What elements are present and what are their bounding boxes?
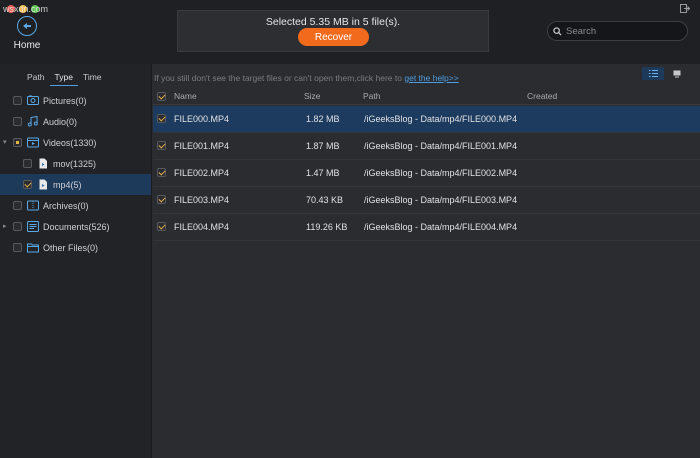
recover-button[interactable]: Recover [298, 28, 369, 46]
help-hint: If you still don't see the target files … [154, 73, 459, 83]
column-header-created[interactable]: Created [527, 91, 557, 101]
sidebar-item-archives[interactable]: Archives(0) [0, 195, 151, 216]
file-size: 70.43 KB [306, 195, 344, 205]
archive-icon [27, 200, 39, 211]
row-checkbox[interactable] [157, 114, 166, 123]
row-checkbox[interactable] [157, 222, 166, 231]
select-all-checkbox[interactable] [157, 92, 166, 101]
exit-icon[interactable] [680, 4, 690, 13]
sidebar-item-pictures[interactable]: Pictures(0) [0, 90, 151, 111]
file-path: /iGeeksBlog - Data/mp4/FILE002.MP4 [364, 168, 518, 178]
home-icon [17, 16, 37, 36]
sidebar-item-label: Audio(0) [43, 116, 78, 127]
row-checkbox[interactable] [157, 168, 166, 177]
table-row[interactable]: FILE003.MP4 70.43 KB /iGeeksBlog - Data/… [153, 187, 700, 214]
file-size: 1.47 MB [306, 168, 340, 178]
row-checkbox[interactable] [157, 195, 166, 204]
thumbnail-view-button[interactable] [666, 67, 688, 80]
file-name: FILE003.MP4 [174, 195, 230, 205]
search-input[interactable] [566, 25, 676, 37]
file-size: 1.87 MB [306, 141, 340, 151]
column-header-name[interactable]: Name [174, 91, 197, 101]
pictures-checkbox[interactable] [13, 96, 22, 105]
sidebar-item-label: Archives(0) [43, 200, 89, 211]
document-icon [27, 221, 39, 232]
sidebar-tabs: Path Type Time [0, 64, 151, 90]
archives-checkbox[interactable] [13, 201, 22, 210]
music-icon [27, 116, 38, 127]
collapse-arrow-icon[interactable]: ▸ [3, 222, 7, 230]
file-list-panel: If you still don't see the target files … [153, 64, 700, 458]
sidebar: Path Type Time Pictures(0) Audio(0) ▾ Vi… [0, 64, 152, 458]
home-button[interactable]: Home [6, 16, 48, 51]
file-size: 1.82 MB [306, 114, 340, 124]
sidebar-item-label: mov(1325) [53, 158, 97, 169]
tab-type[interactable]: Type [49, 69, 78, 86]
sidebar-item-audio[interactable]: Audio(0) [0, 111, 151, 132]
file-icon [39, 179, 47, 190]
audio-checkbox[interactable] [13, 117, 22, 126]
sidebar-item-label: Documents(526) [43, 221, 110, 232]
row-checkbox[interactable] [157, 141, 166, 150]
get-help-link[interactable]: get the help>> [404, 73, 458, 83]
video-icon [27, 137, 39, 148]
list-view-button[interactable] [642, 67, 664, 80]
table-row[interactable]: FILE002.MP4 1.47 MB /iGeeksBlog - Data/m… [153, 160, 700, 187]
selection-status-text: Selected 5.35 MB in 5 file(s). [265, 16, 401, 28]
file-name: FILE002.MP4 [174, 168, 230, 178]
sidebar-item-documents[interactable]: ▸ Documents(526) [0, 216, 151, 237]
tab-time[interactable]: Time [78, 69, 107, 86]
sidebar-item-label: mp4(5) [53, 179, 82, 190]
file-name: FILE001.MP4 [174, 141, 230, 151]
table-row[interactable]: FILE000.MP4 1.82 MB /iGeeksBlog - Data/m… [153, 106, 700, 133]
tab-path[interactable]: Path [22, 69, 50, 86]
help-hint-text: If you still don't see the target files … [154, 73, 405, 83]
documents-checkbox[interactable] [13, 222, 22, 231]
file-path: /iGeeksBlog - Data/mp4/FILE000.MP4 [364, 114, 518, 124]
file-size: 119.26 KB [306, 222, 348, 232]
other-files-checkbox[interactable] [13, 243, 22, 252]
header-bar: wsxdn.com Home Selected 5.35 MB in 5 fil… [0, 0, 700, 64]
file-path: /iGeeksBlog - Data/mp4/FILE004.MP4 [364, 222, 518, 232]
table-header: Name Size Path Created [153, 88, 700, 105]
selection-status-panel: Selected 5.35 MB in 5 file(s). Recover [177, 10, 489, 52]
home-label: Home [13, 40, 41, 51]
table-row[interactable]: FILE001.MP4 1.87 MB /iGeeksBlog - Data/m… [153, 133, 700, 160]
table-row[interactable]: FILE004.MP4 119.26 KB /iGeeksBlog - Data… [153, 214, 700, 241]
sidebar-item-other-files[interactable]: Other Files(0) [0, 237, 151, 258]
sidebar-item-videos[interactable]: ▾ Videos(1330) [0, 132, 151, 153]
search-icon [553, 26, 562, 36]
file-path: /iGeeksBlog - Data/mp4/FILE001.MP4 [364, 141, 518, 151]
mov-checkbox[interactable] [23, 159, 32, 168]
videos-checkbox[interactable] [13, 138, 22, 147]
list-view-icon [648, 70, 658, 77]
image-icon [27, 95, 39, 105]
sidebar-item-label: Pictures(0) [43, 95, 87, 106]
expand-arrow-icon[interactable]: ▾ [3, 138, 7, 146]
file-name: FILE000.MP4 [174, 114, 230, 124]
sidebar-item-mov[interactable]: mov(1325) [0, 153, 151, 174]
mp4-checkbox[interactable] [23, 180, 32, 189]
view-toggle [642, 67, 688, 80]
sidebar-item-mp4[interactable]: mp4(5) [0, 174, 151, 195]
column-header-size[interactable]: Size [304, 91, 321, 101]
search-box[interactable] [547, 21, 688, 41]
folder-icon [27, 243, 39, 253]
watermark-text: wsxdn.com [3, 4, 49, 14]
file-name: FILE004.MP4 [174, 222, 230, 232]
file-path: /iGeeksBlog - Data/mp4/FILE003.MP4 [364, 195, 518, 205]
sidebar-item-label: Videos(1330) [43, 137, 97, 148]
file-icon [39, 158, 47, 169]
column-header-path[interactable]: Path [363, 91, 381, 101]
sidebar-item-label: Other Files(0) [43, 242, 99, 253]
thumbnail-view-icon [673, 70, 681, 77]
